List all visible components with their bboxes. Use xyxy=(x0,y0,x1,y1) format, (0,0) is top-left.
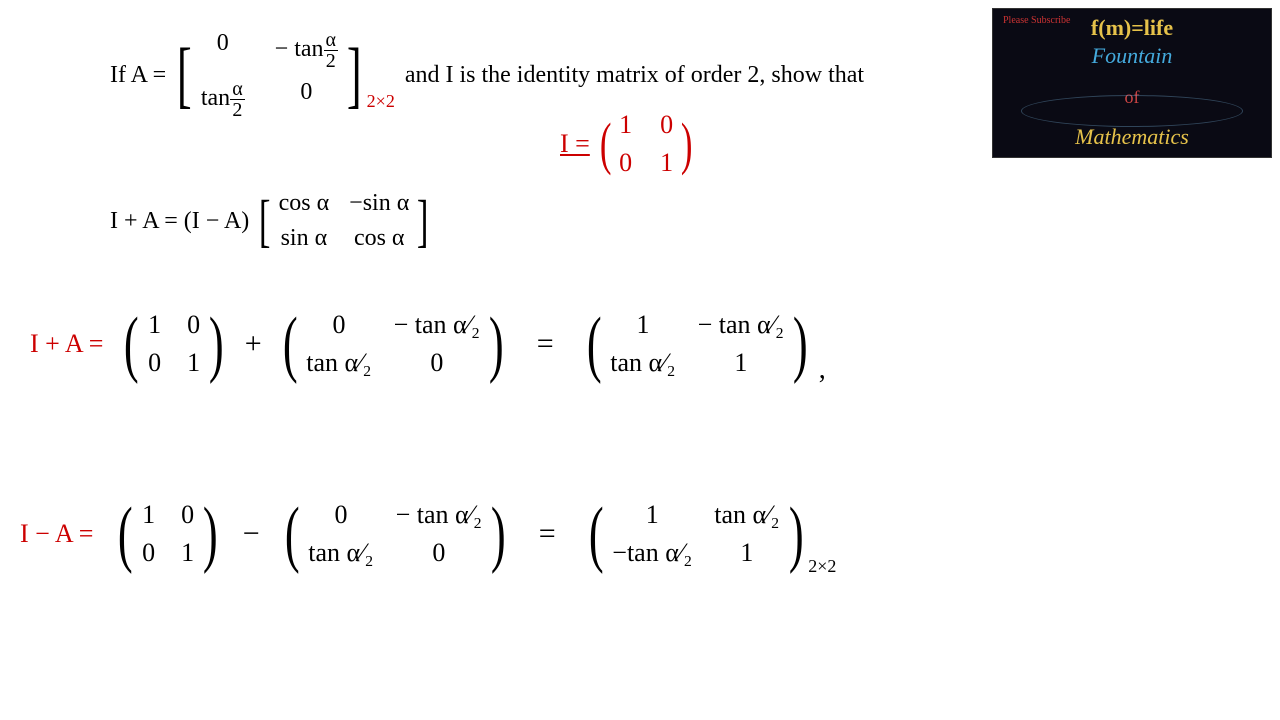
R-r1c1: cos α xyxy=(279,190,330,217)
identity-def: I = ( 1 0 0 1 ) xyxy=(560,110,702,178)
eq1: = xyxy=(537,327,554,361)
logo-line-3: of xyxy=(993,87,1271,108)
iplusa-res: ( 1 − tan α⁄₂ tan α⁄₂ 1 ) xyxy=(582,310,813,378)
A-r2c1: tanα2 xyxy=(201,79,245,120)
minus-op: − xyxy=(243,517,260,551)
R-r2c2: cos α xyxy=(349,225,409,252)
toshow-lhs: I + A = (I − A) xyxy=(110,208,249,235)
iminusa-lhs: I − A = xyxy=(20,519,93,549)
res-dim: 2×2 xyxy=(808,556,836,577)
iplusa-I: ( 1 0 0 1 ) xyxy=(119,310,228,378)
A-dim: 2×2 xyxy=(367,91,395,112)
iminusa-I: ( 1 0 0 1 ) xyxy=(113,500,222,568)
identity-matrix: ( 1 0 0 1 ) xyxy=(596,110,697,178)
mid-text: and I is the identity matrix of order 2,… xyxy=(405,62,864,89)
channel-logo: Please Subscribe f(m)=life Fountain of M… xyxy=(992,8,1272,158)
A-r2c2: 0 xyxy=(275,79,338,120)
comma: , xyxy=(819,354,826,386)
i-plus-a-line: I + A = ( 1 0 0 1 ) + ( 0 − tan α⁄₂ tan … xyxy=(30,310,826,378)
iplusa-lhs: I + A = xyxy=(30,329,103,359)
i-minus-a-line: I − A = ( 1 0 0 1 ) − ( 0 − tan α⁄₂ tan … xyxy=(20,500,842,568)
I-r1c2: 0 xyxy=(660,110,673,140)
subscribe-text: Please Subscribe xyxy=(1003,15,1071,26)
A-r1c1: 0 xyxy=(201,30,245,71)
I-r1c1: 1 xyxy=(619,110,632,140)
I-r2c2: 1 xyxy=(660,148,673,178)
rotation-matrix: [ cos α −sin α sin α cos α ] xyxy=(255,190,432,252)
I-lhs: I = xyxy=(560,129,590,159)
matrix-A-def: [ 0 − tanα2 tanα2 0 ] xyxy=(172,30,366,120)
problem-line-1: If A = [ 0 − tanα2 tanα2 0 ] 2×2 and I i… xyxy=(110,30,864,120)
logo-line-2: Fountain xyxy=(993,43,1271,69)
plus-op: + xyxy=(245,327,262,361)
I-r2c1: 0 xyxy=(619,148,632,178)
if-text: If A = xyxy=(110,62,166,89)
iminusa-res: ( 1 tan α⁄₂ −tan α⁄₂ 1 ) xyxy=(584,500,809,568)
A-r1c2: − tanα2 xyxy=(275,30,338,71)
R-r2c1: sin α xyxy=(279,225,330,252)
to-show: I + A = (I − A) [ cos α −sin α sin α cos… xyxy=(110,190,439,252)
iplusa-A: ( 0 − tan α⁄₂ tan α⁄₂ 0 ) xyxy=(278,310,509,378)
logo-line-4: Mathematics xyxy=(993,124,1271,150)
eq2: = xyxy=(539,517,556,551)
iminusa-A: ( 0 − tan α⁄₂ tan α⁄₂ 0 ) xyxy=(280,500,511,568)
R-r1c2: −sin α xyxy=(349,190,409,217)
